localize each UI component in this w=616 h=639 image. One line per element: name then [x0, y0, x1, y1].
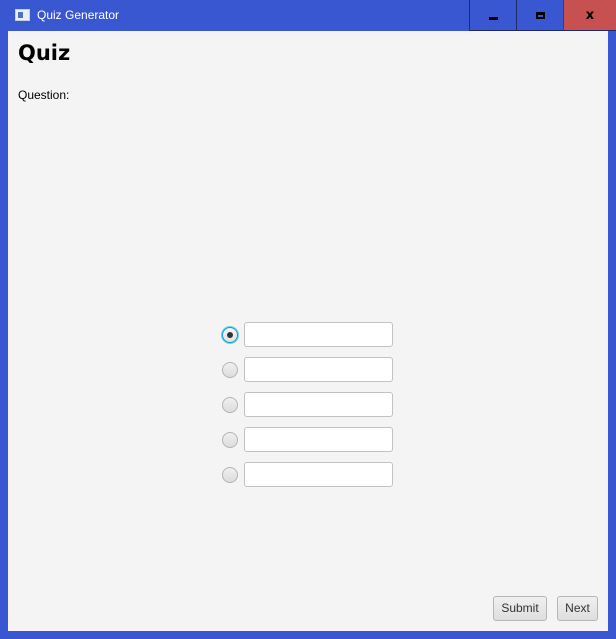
app-window: Quiz Generator x Quiz Question: Submit N…	[0, 0, 616, 639]
maximize-button[interactable]	[516, 0, 563, 31]
minimize-button[interactable]	[469, 0, 516, 31]
app-icon[interactable]	[15, 9, 30, 21]
answer-option-1	[222, 322, 394, 348]
close-icon: x	[585, 7, 595, 23]
answer-option-4	[222, 427, 394, 453]
window-title: Quiz Generator	[37, 8, 120, 22]
answer-radio-4[interactable]	[222, 432, 238, 448]
answer-field-4[interactable]	[244, 427, 393, 452]
close-button[interactable]: x	[563, 0, 616, 31]
minimize-icon	[488, 16, 498, 20]
answer-radio-1[interactable]	[222, 327, 238, 343]
page-title: Quiz	[18, 41, 71, 65]
answer-field-3[interactable]	[244, 392, 393, 417]
answer-option-5	[222, 462, 394, 488]
answer-radio-5[interactable]	[222, 467, 238, 483]
answer-field-1[interactable]	[244, 322, 393, 347]
maximize-icon	[535, 11, 545, 19]
answer-field-2[interactable]	[244, 357, 393, 382]
answer-radio-2[interactable]	[222, 362, 238, 378]
quiz-panel: Quiz Question: Submit Next	[8, 31, 608, 631]
answer-option-3	[222, 392, 394, 418]
answer-option-2	[222, 357, 394, 383]
answer-radio-3[interactable]	[222, 397, 238, 413]
answer-field-5[interactable]	[244, 462, 393, 487]
question-label: Question:	[18, 88, 70, 102]
submit-button[interactable]: Submit	[493, 596, 547, 621]
next-button[interactable]: Next	[557, 596, 598, 621]
title-bar[interactable]: Quiz Generator x	[0, 0, 616, 31]
